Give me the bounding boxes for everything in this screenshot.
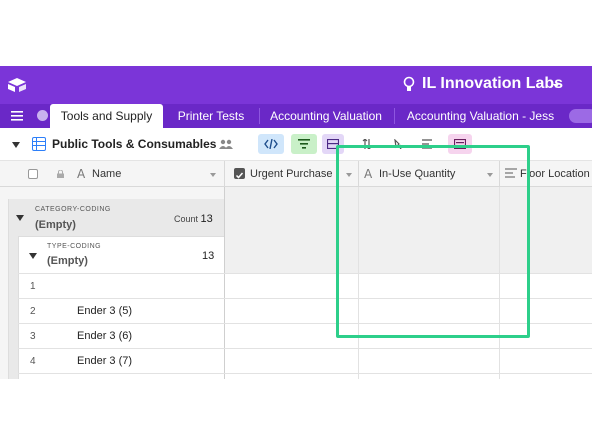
group-value: (Empty)	[35, 219, 76, 231]
collapse-triangle-icon[interactable]	[12, 142, 20, 148]
column-divider	[224, 161, 225, 187]
row-divider	[18, 323, 224, 324]
filter-button[interactable]	[291, 134, 317, 154]
tab-accounting-valuation[interactable]: Accounting Valuation	[262, 104, 390, 128]
group-count-value: 13	[200, 213, 213, 225]
tab-printer-tests[interactable]: Printer Tests	[166, 104, 256, 128]
group-count-value: 13	[202, 250, 215, 262]
people-icon[interactable]	[219, 139, 233, 149]
base-name[interactable]: IL Innovation Labs	[422, 75, 563, 93]
row-divider	[18, 348, 224, 349]
group-count-label: Count	[174, 214, 199, 224]
app-screenshot: IL Innovation Labs Tools and Supply Prin…	[0, 0, 592, 444]
record-name[interactable]: Ender 3 (6)	[77, 330, 132, 342]
column-header-urgent-purchase[interactable]: Urgent Purchase	[250, 168, 333, 180]
chevron-down-icon[interactable]	[553, 84, 559, 88]
frozen-column-divider	[224, 187, 225, 379]
lock-icon	[57, 170, 64, 178]
row-number: 1	[30, 281, 36, 292]
column-header-name[interactable]: Name	[92, 168, 121, 180]
group-count: 13	[202, 250, 214, 262]
row-divider	[18, 373, 224, 374]
text-field-icon: A	[77, 167, 86, 181]
group-value: (Empty)	[47, 255, 88, 267]
logo-icon[interactable]	[8, 78, 26, 92]
chevron-down-icon[interactable]	[210, 173, 216, 177]
tab-divider	[259, 108, 260, 124]
lightbulb-icon	[403, 76, 415, 91]
row-divider	[18, 273, 224, 274]
row-number: 3	[30, 331, 36, 342]
record-name[interactable]: Ender 3 (5)	[77, 305, 132, 317]
tab-more-button[interactable]	[569, 109, 592, 123]
code-icon	[264, 139, 278, 149]
row-divider	[224, 348, 592, 349]
record-name[interactable]: Ender 3 (7)	[77, 355, 132, 367]
column-header-floor-location[interactable]: Floor Location	[520, 168, 590, 180]
group-label: CATEGORY-CODING	[35, 206, 111, 213]
row-divider	[18, 298, 224, 299]
row-number: 2	[30, 306, 36, 317]
collapse-triangle-icon[interactable]	[29, 253, 37, 259]
collapse-triangle-icon[interactable]	[16, 215, 24, 221]
menu-icon[interactable]	[11, 111, 23, 121]
filter-icon	[298, 139, 310, 149]
embed-button[interactable]	[258, 134, 284, 154]
annotation-highlight-box	[336, 145, 530, 338]
select-all-checkbox[interactable]	[28, 169, 38, 179]
tab-divider	[394, 108, 395, 124]
group-count: Count 13	[174, 213, 213, 225]
view-name[interactable]: Public Tools & Consumables	[52, 137, 216, 151]
checkbox-field-icon	[234, 168, 245, 179]
group-label: TYPE-CODING	[47, 243, 102, 250]
tab-scroll-left-icon[interactable]	[37, 110, 48, 121]
tab-accounting-valuation-jess[interactable]: Accounting Valuation - Jess	[398, 104, 563, 128]
grid-view-icon	[32, 137, 46, 151]
row-divider	[224, 373, 592, 374]
tab-tools-and-supply[interactable]: Tools and Supply	[50, 104, 163, 128]
row-number: 4	[30, 356, 36, 367]
